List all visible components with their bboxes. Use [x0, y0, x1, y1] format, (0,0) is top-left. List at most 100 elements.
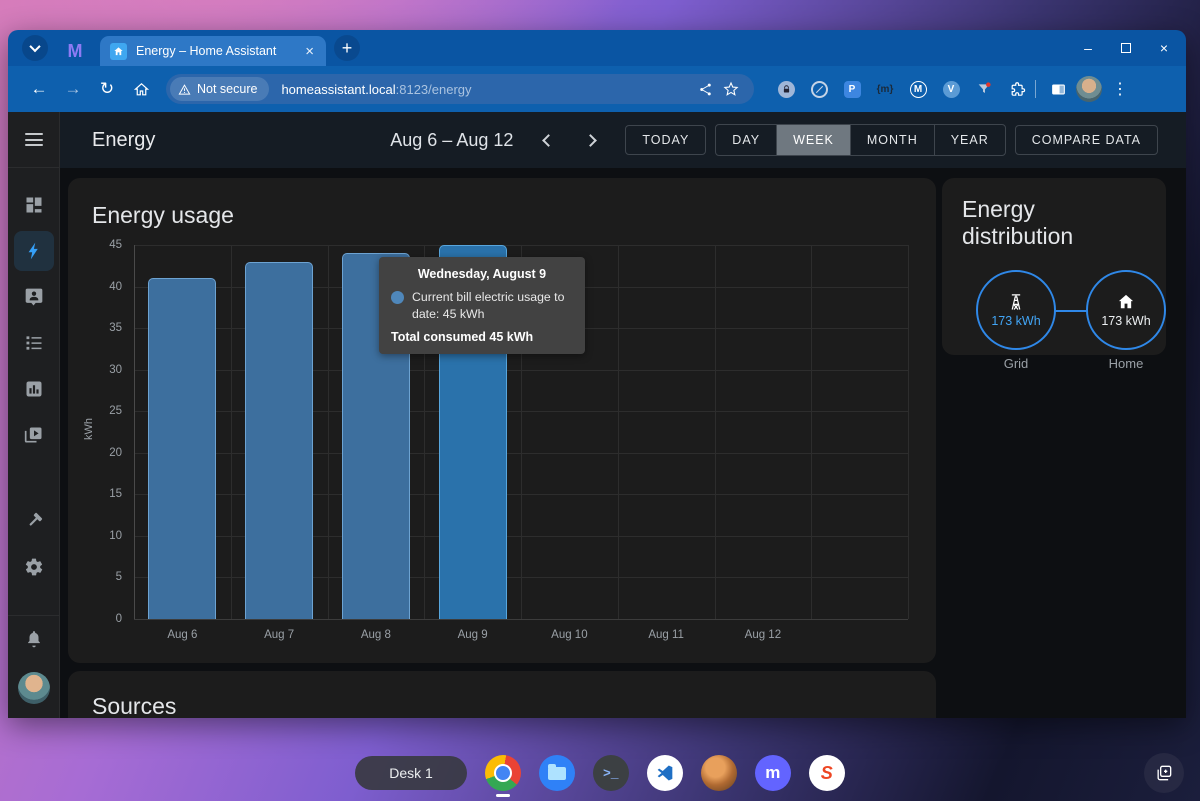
- shelf-app-terminal[interactable]: >_: [593, 755, 629, 791]
- today-button[interactable]: TODAY: [625, 125, 706, 155]
- side-panel-button[interactable]: [1048, 79, 1068, 99]
- y-tick-label: 20: [109, 447, 122, 459]
- shelf-app-pet[interactable]: [701, 755, 737, 791]
- sidebar-item-assist[interactable]: [14, 274, 54, 320]
- grid-label: Grid: [976, 356, 1056, 371]
- extensions-menu[interactable]: [1007, 79, 1027, 99]
- next-period-button[interactable]: [573, 123, 607, 157]
- sidebar-item-media[interactable]: [14, 412, 54, 458]
- sidebar-item-overview[interactable]: [14, 182, 54, 228]
- close-button[interactable]: ×: [1156, 40, 1172, 56]
- sources-card: Sources: [68, 671, 936, 718]
- chart-plot[interactable]: Wednesday, August 9 Current bill electri…: [134, 245, 908, 619]
- tab-title: Energy – Home Assistant: [136, 44, 303, 58]
- maximize-icon: [1121, 43, 1131, 53]
- hammer-icon: [24, 511, 44, 531]
- back-button[interactable]: ←: [24, 74, 54, 104]
- date-navigation: Aug 6 – Aug 12: [390, 123, 607, 157]
- braces-icon: {m}: [877, 84, 894, 95]
- shelf-app-files[interactable]: [539, 755, 575, 791]
- browser-menu-button[interactable]: ⋮: [1106, 79, 1134, 99]
- reload-button[interactable]: ↻: [92, 74, 122, 104]
- s-logo-icon: S: [821, 763, 833, 784]
- ha-content: Energy usage kWh 051015202530354045 Wedn…: [60, 168, 1186, 718]
- sidebar-user-avatar[interactable]: [18, 672, 50, 704]
- y-tick-label: 10: [109, 530, 122, 542]
- tooltip-total: Total consumed 45 kWh: [391, 330, 573, 344]
- usage-bar-aug-6[interactable]: [148, 278, 216, 619]
- sidebar-item-logbook[interactable]: [14, 320, 54, 366]
- browser-profile-avatar[interactable]: [1076, 76, 1102, 102]
- content-blocker-extension[interactable]: [809, 79, 829, 99]
- lightning-bolt-icon: [24, 241, 44, 261]
- block-icon: [811, 81, 828, 98]
- sidebar-notifications[interactable]: [14, 616, 54, 662]
- minimize-button[interactable]: –: [1080, 40, 1096, 56]
- tab-close-icon[interactable]: ×: [303, 43, 316, 60]
- month-button[interactable]: MONTH: [850, 125, 934, 155]
- bell-icon: [24, 629, 44, 649]
- window-controls: – ×: [1080, 30, 1172, 66]
- shelf-app-vscode[interactable]: [647, 755, 683, 791]
- grid-node[interactable]: 173 kWh: [976, 270, 1056, 350]
- bookmark-button[interactable]: [718, 76, 744, 102]
- tooltip-title: Wednesday, August 9: [391, 267, 573, 281]
- sidebar-item-settings[interactable]: [14, 544, 54, 590]
- browser-toolbar: ← → ↻ Not secure homeassistant.local:812…: [8, 66, 1186, 112]
- code-braces-extension[interactable]: {m}: [875, 79, 895, 99]
- address-bar[interactable]: Not secure homeassistant.local:8123/ener…: [166, 74, 754, 104]
- shelf-app-mastodon[interactable]: m: [755, 755, 791, 791]
- home-icon: [133, 81, 150, 98]
- desk-switcher-button[interactable]: Desk 1: [355, 756, 467, 790]
- energy-usage-chart[interactable]: kWh 051015202530354045 Wednesday, August…: [92, 245, 918, 641]
- m-circle-icon: M: [910, 81, 927, 98]
- tab-strip: M Energy – Home Assistant × + – ×: [8, 30, 1186, 66]
- new-tab-button[interactable]: +: [334, 35, 360, 61]
- home-node[interactable]: 173 kWh: [1086, 270, 1166, 350]
- maximize-button[interactable]: [1118, 40, 1134, 56]
- side-panel-icon: [1050, 81, 1067, 98]
- lock-icon: [778, 81, 795, 98]
- x-tick-label: Aug 9: [458, 629, 488, 641]
- sidebar-item-developer-tools[interactable]: [14, 498, 54, 544]
- terminal-prompt-icon: >_: [603, 766, 619, 781]
- pinned-tab[interactable]: M: [58, 36, 92, 66]
- energy-distribution-title: Energy distribution: [962, 196, 1146, 250]
- share-icon: [698, 82, 713, 97]
- vscode-icon: [655, 763, 675, 783]
- p-extension[interactable]: P: [842, 79, 862, 99]
- m-circle-extension[interactable]: M: [908, 79, 928, 99]
- v-gridline: [715, 245, 716, 619]
- forward-button[interactable]: →: [58, 74, 88, 104]
- sources-title: Sources: [92, 693, 912, 718]
- funnel-icon: [976, 81, 992, 97]
- shelf-app-chrome[interactable]: [485, 755, 521, 791]
- star-icon: [723, 81, 739, 97]
- y-tick-label: 40: [109, 281, 122, 293]
- day-button[interactable]: DAY: [716, 125, 776, 155]
- sidebar-item-history[interactable]: [14, 366, 54, 412]
- ha-sidebar: [8, 112, 60, 718]
- shelf-app-s[interactable]: S: [809, 755, 845, 791]
- energy-usage-card: Energy usage kWh 051015202530354045 Wedn…: [68, 178, 936, 663]
- tab-energy-home-assistant[interactable]: Energy – Home Assistant ×: [100, 36, 326, 66]
- tab-search-button[interactable]: [22, 35, 48, 61]
- sidebar-menu-button[interactable]: [8, 112, 59, 168]
- privacy-lock-extension[interactable]: [776, 79, 796, 99]
- warning-icon: [178, 83, 191, 96]
- share-button[interactable]: [692, 76, 718, 102]
- year-button[interactable]: YEAR: [934, 125, 1005, 155]
- security-chip[interactable]: Not secure: [170, 77, 269, 101]
- filter-extension[interactable]: [974, 79, 994, 99]
- week-button[interactable]: WEEK: [776, 125, 850, 155]
- chevron-right-icon: [584, 134, 597, 147]
- desks-overview-button[interactable]: [1144, 753, 1184, 793]
- y-tick-label: 35: [109, 322, 122, 334]
- home-button[interactable]: [126, 74, 156, 104]
- sidebar-item-energy[interactable]: [14, 231, 54, 271]
- compare-data-button[interactable]: COMPARE DATA: [1015, 125, 1158, 155]
- previous-period-button[interactable]: [531, 123, 565, 157]
- v-gridline: [908, 245, 909, 619]
- usage-bar-aug-7[interactable]: [245, 262, 313, 619]
- v-circle-extension[interactable]: V: [941, 79, 961, 99]
